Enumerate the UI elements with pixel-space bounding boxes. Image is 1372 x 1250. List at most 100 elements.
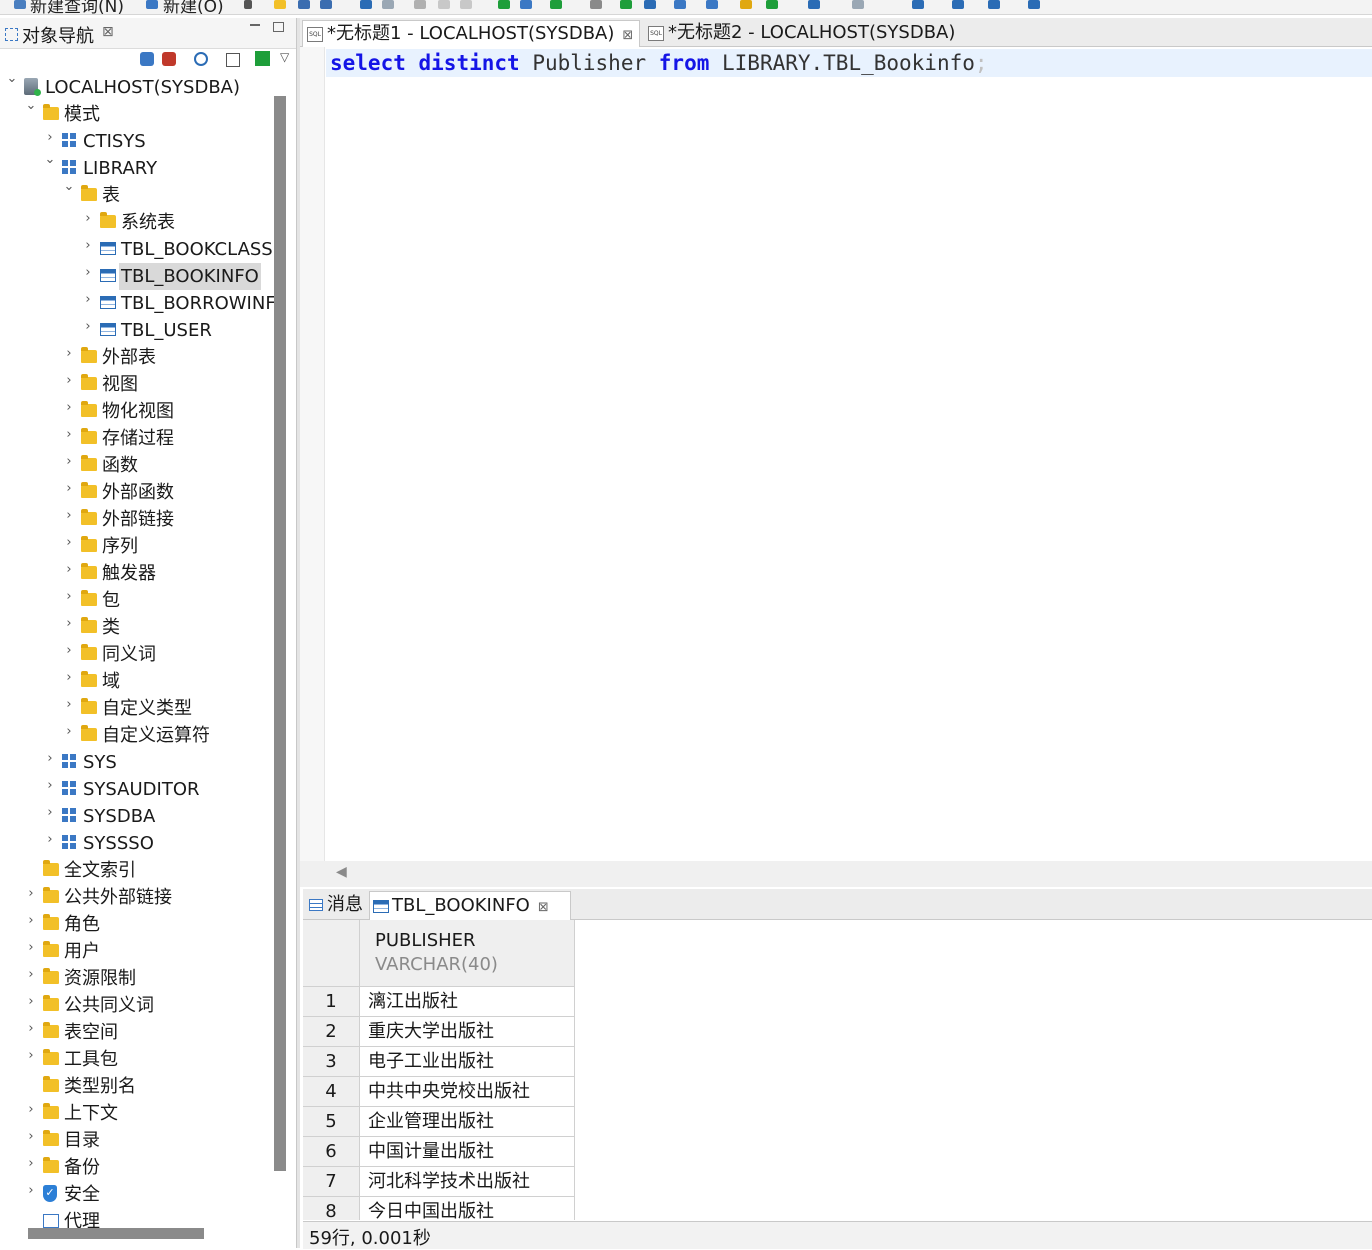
- chevron-down-icon[interactable]: ⌄: [25, 98, 37, 113]
- tree-item[interactable]: › 同义词: [0, 641, 270, 668]
- filter-icon[interactable]: [140, 52, 154, 66]
- stop-icon[interactable]: [590, 0, 602, 9]
- chevron-right-icon[interactable]: ›: [63, 508, 75, 523]
- tree-item[interactable]: › SYSDBA: [0, 803, 270, 830]
- chevron-right-icon[interactable]: ›: [63, 400, 75, 415]
- chevron-right-icon[interactable]: ›: [25, 1156, 37, 1171]
- maximize-icon[interactable]: [273, 22, 284, 32]
- window-icon[interactable]: [988, 0, 1000, 9]
- tab-untitled-1[interactable]: SQL *无标题1 - LOCALHOST(SYSDBA) ⊠: [302, 20, 640, 47]
- home-icon[interactable]: [952, 0, 964, 9]
- chevron-right-icon[interactable]: ›: [82, 319, 94, 334]
- tree-item[interactable]: › 自定义运算符: [0, 722, 270, 749]
- chevron-down-icon[interactable]: ⌄: [63, 179, 75, 194]
- close-icon[interactable]: ⊠: [538, 900, 549, 915]
- chevron-right-icon[interactable]: ›: [44, 805, 56, 820]
- layout-icon[interactable]: [1028, 0, 1040, 9]
- refresh-icon[interactable]: [255, 51, 270, 66]
- chevron-right-icon[interactable]: ›: [44, 778, 56, 793]
- run-script-icon[interactable]: [550, 0, 562, 9]
- chevron-right-icon[interactable]: ›: [63, 589, 75, 604]
- tree-item[interactable]: › TBL_BOOKCLASS: [0, 236, 272, 263]
- chevron-right-icon[interactable]: ›: [25, 1129, 37, 1144]
- redo-icon[interactable]: [382, 0, 394, 9]
- tree-item[interactable]: ⌄ 模式: [0, 98, 270, 128]
- tree-item[interactable]: › 公共外部链接: [0, 884, 270, 911]
- tree-item[interactable]: › TBL_BORROWINF: [0, 290, 275, 317]
- new-query-button[interactable]: 新建查询(N): [30, 0, 124, 14]
- publisher-cell[interactable]: 企业管理出版社: [360, 1107, 575, 1137]
- table-row[interactable]: 6 中国计量出版社: [303, 1137, 575, 1167]
- close-icon[interactable]: ⊠: [102, 24, 114, 40]
- tree-item[interactable]: ⌄ LOCALHOST(SYSDBA): [0, 71, 270, 101]
- tree-item[interactable]: › TBL_USER: [0, 317, 270, 344]
- table-row[interactable]: 5 企业管理出版社: [303, 1107, 575, 1137]
- chevron-right-icon[interactable]: ›: [82, 211, 94, 226]
- publisher-cell[interactable]: 重庆大学出版社: [360, 1017, 575, 1047]
- tree-item[interactable]: › 公共同义词: [0, 992, 270, 1019]
- tree-item[interactable]: › 自定义类型: [0, 695, 270, 722]
- chevron-down-icon[interactable]: ⌄: [44, 152, 56, 167]
- chevron-right-icon[interactable]: ›: [44, 751, 56, 766]
- table-row[interactable]: 2 重庆大学出版社: [303, 1017, 575, 1047]
- rollback-icon[interactable]: [644, 0, 656, 9]
- save-icon[interactable]: [298, 0, 310, 9]
- chevron-right-icon[interactable]: ›: [63, 373, 75, 388]
- tree-item[interactable]: › 外部链接: [0, 506, 270, 533]
- tree-item[interactable]: › 视图: [0, 371, 270, 398]
- open-icon[interactable]: [274, 0, 286, 9]
- chevron-right-icon[interactable]: ›: [63, 670, 75, 685]
- tree-item[interactable]: 类型别名: [0, 1073, 270, 1100]
- chevron-right-icon[interactable]: ›: [82, 292, 94, 307]
- tree-item[interactable]: › 表空间: [0, 1019, 270, 1046]
- tree-vertical-scrollbar[interactable]: [274, 96, 286, 1171]
- chevron-right-icon[interactable]: ›: [63, 724, 75, 739]
- table-row[interactable]: 7 河北科学技术出版社: [303, 1167, 575, 1197]
- new-query-icon[interactable]: [14, 0, 26, 9]
- chevron-right-icon[interactable]: ›: [63, 427, 75, 442]
- tree-item[interactable]: › 触发器: [0, 560, 270, 587]
- tree-item[interactable]: › 序列: [0, 533, 270, 560]
- tree-item[interactable]: › CTISYS: [0, 128, 270, 155]
- pin-icon[interactable]: [912, 0, 924, 9]
- chevron-right-icon[interactable]: ›: [25, 994, 37, 1009]
- tree-item[interactable]: › 函数: [0, 452, 270, 479]
- sql-code[interactable]: select distinct Publisher from LIBRARY.T…: [330, 49, 988, 77]
- chevron-right-icon[interactable]: ›: [63, 562, 75, 577]
- back-icon[interactable]: [808, 0, 820, 9]
- chevron-right-icon[interactable]: ›: [25, 1021, 37, 1036]
- tab-messages[interactable]: 消息: [305, 891, 369, 919]
- publisher-cell[interactable]: 今日中国出版社: [360, 1197, 575, 1220]
- tab-result-tbl-bookinfo[interactable]: TBL_BOOKINFO ⊠: [369, 891, 571, 920]
- chevron-right-icon[interactable]: ›: [82, 265, 94, 280]
- tree-item[interactable]: › 外部函数: [0, 479, 270, 506]
- publisher-cell[interactable]: 电子工业出版社: [360, 1047, 575, 1077]
- explain-icon[interactable]: [674, 0, 686, 9]
- new-icon[interactable]: [146, 0, 158, 9]
- chevron-right-icon[interactable]: ›: [63, 346, 75, 361]
- table-row[interactable]: 4 中共中央党校出版社: [303, 1077, 575, 1107]
- chevron-down-icon[interactable]: ⌄: [6, 71, 18, 86]
- chevron-right-icon[interactable]: ›: [25, 1183, 37, 1198]
- collapse-all-icon[interactable]: [226, 53, 240, 67]
- dropdown-icon[interactable]: [244, 0, 252, 9]
- run-icon[interactable]: [498, 0, 510, 9]
- tree-item[interactable]: › TBL_BOOKINFO: [0, 263, 270, 290]
- minimize-icon[interactable]: [250, 24, 260, 26]
- chevron-right-icon[interactable]: ›: [82, 238, 94, 253]
- tree-item[interactable]: ⌄ LIBRARY: [0, 152, 270, 182]
- chevron-right-icon[interactable]: ›: [25, 886, 37, 901]
- tree-item[interactable]: › 备份: [0, 1154, 270, 1181]
- tree-item[interactable]: › SYSAUDITOR: [0, 776, 270, 803]
- copy-icon[interactable]: [438, 0, 450, 9]
- search-icon[interactable]: [194, 52, 208, 66]
- publisher-cell[interactable]: 漓江出版社: [360, 987, 575, 1017]
- tree-item[interactable]: › 存储过程: [0, 425, 270, 452]
- chevron-right-icon[interactable]: ›: [63, 535, 75, 550]
- editor-horizontal-scrollbar[interactable]: ◀: [300, 861, 1372, 887]
- cut-icon[interactable]: [414, 0, 426, 9]
- tree-horizontal-scrollbar[interactable]: [28, 1228, 204, 1239]
- tree-item[interactable]: › SYS: [0, 749, 270, 776]
- run-selected-icon[interactable]: [520, 0, 532, 9]
- chevron-right-icon[interactable]: ›: [63, 481, 75, 496]
